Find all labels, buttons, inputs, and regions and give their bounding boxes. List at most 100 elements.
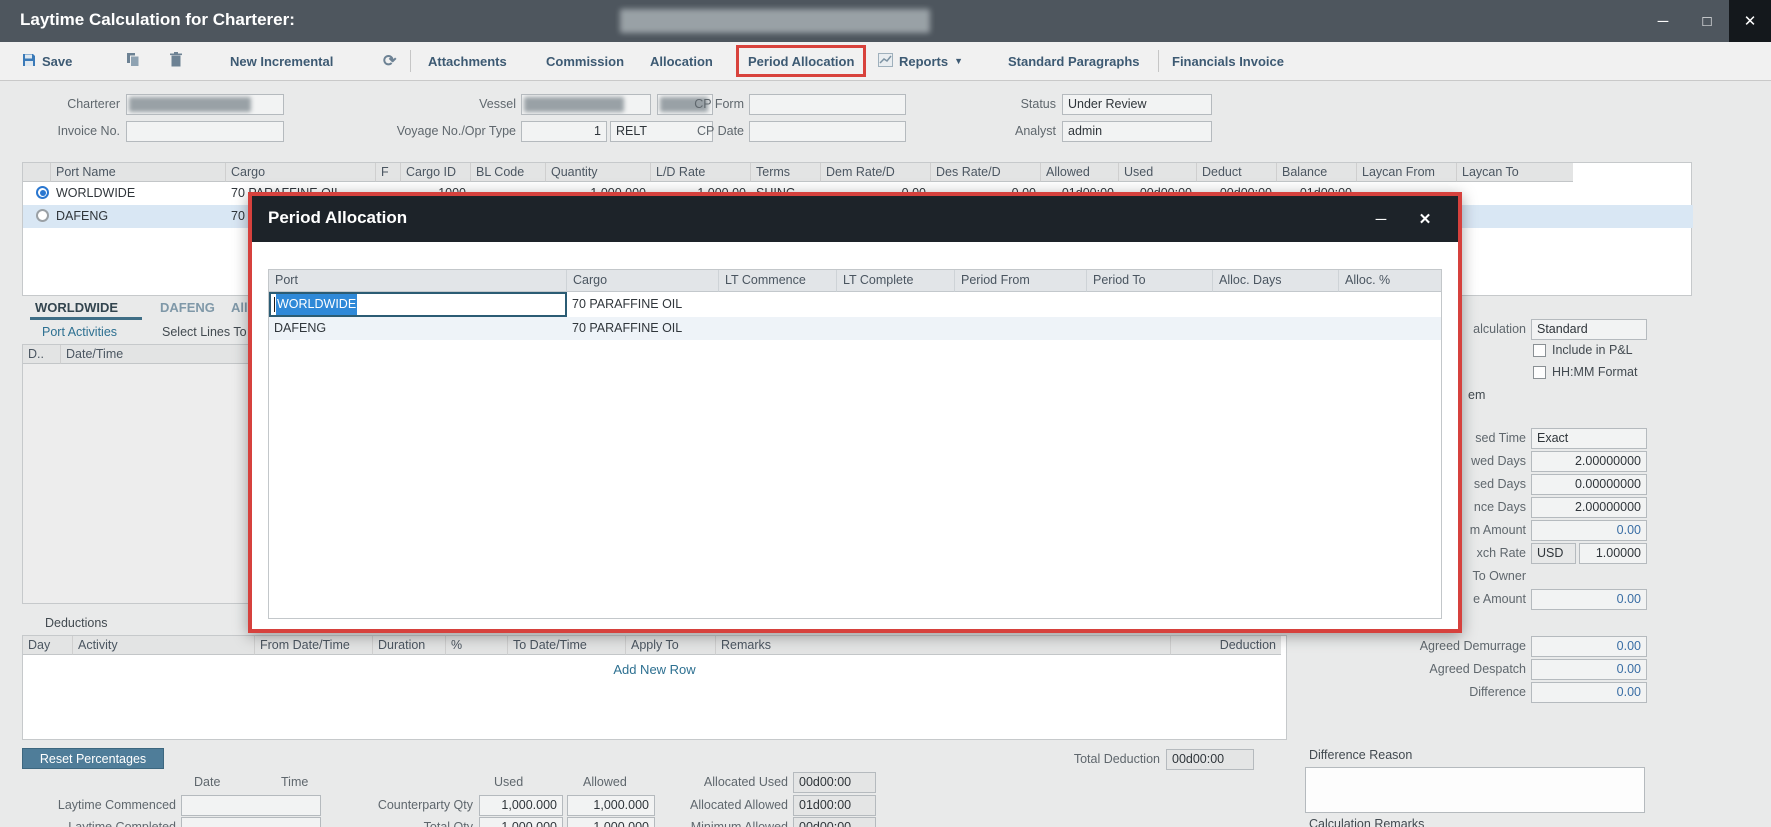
window-close-button[interactable]: ✕ — [1729, 0, 1771, 42]
column-header-period-to[interactable]: Period To — [1087, 270, 1213, 292]
reports-menu-button[interactable]: Reports ▼ — [878, 42, 963, 80]
vessel-field[interactable] — [521, 94, 651, 115]
exch-rate-field[interactable]: 1.00000 — [1579, 543, 1647, 564]
column-header-des-rate[interactable]: Des Rate/D — [931, 163, 1041, 182]
commission-button[interactable]: Commission — [546, 42, 624, 80]
invoice-no-field[interactable] — [126, 121, 284, 142]
cp-form-field[interactable] — [749, 94, 906, 115]
currency-field[interactable]: USD — [1531, 543, 1576, 564]
charterer-field[interactable] — [126, 94, 284, 115]
column-header-port-name[interactable]: Port Name — [51, 163, 226, 182]
cp-date-field[interactable] — [749, 121, 906, 142]
period-allocation-button-highlighted[interactable]: Period Allocation — [736, 45, 866, 77]
tab-dafeng[interactable]: DAFENG — [160, 300, 215, 315]
used-days-field[interactable]: 0.00000000 — [1531, 474, 1647, 495]
port-radio-selected[interactable] — [36, 186, 49, 199]
column-header-to-datetime[interactable]: To Date/Time — [508, 636, 626, 655]
allocation-row-dafeng[interactable]: DAFENG 70 PARAFFINE OIL — [269, 317, 1441, 340]
voyage-no-field[interactable]: 1 — [521, 121, 607, 142]
column-header-used[interactable]: Used — [1119, 163, 1197, 182]
column-header-port[interactable]: Port — [269, 270, 567, 292]
column-header-lt-complete[interactable]: LT Complete — [837, 270, 955, 292]
refresh-button[interactable]: ⟳ — [383, 42, 396, 80]
add-new-row-link[interactable]: Add New Row — [23, 662, 1286, 677]
calculation-field[interactable]: Standard — [1531, 319, 1647, 340]
new-incremental-button[interactable]: New Incremental — [230, 42, 333, 80]
allocation-row-worldwide[interactable]: WORLDWIDE 70 PARAFFINE OIL — [269, 292, 1441, 315]
allowed-days-field[interactable]: 2.00000000 — [1531, 451, 1647, 472]
column-header-alloc-days[interactable]: Alloc. Days — [1213, 270, 1339, 292]
column-header-laycan-from[interactable]: Laycan From — [1357, 163, 1457, 182]
financials-invoice-button[interactable]: Financials Invoice — [1172, 42, 1284, 80]
column-header-laycan-to[interactable]: Laycan To — [1457, 163, 1573, 182]
amount2-field[interactable]: 0.00 — [1531, 589, 1647, 610]
port-radio-unselected[interactable] — [36, 209, 49, 222]
column-header-from-datetime[interactable]: From Date/Time — [255, 636, 373, 655]
port-cell-editing[interactable]: WORLDWIDE — [269, 292, 567, 317]
window-minimize-button[interactable]: ─ — [1643, 0, 1683, 42]
column-header-datetime[interactable]: Date/Time — [61, 345, 261, 364]
column-header-quantity[interactable]: Quantity — [546, 163, 651, 182]
column-header-percent[interactable]: % — [446, 636, 508, 655]
laytime-commenced-field[interactable] — [181, 795, 321, 816]
window-maximize-button[interactable]: □ — [1687, 0, 1727, 42]
time-column-header: Time — [281, 775, 308, 789]
difference-reason-textarea[interactable] — [1305, 767, 1645, 813]
counterparty-allowed-field[interactable]: 1,000.000 — [567, 795, 655, 816]
column-header-period-from[interactable]: Period From — [955, 270, 1087, 292]
column-header-dem-rate[interactable]: Dem Rate/D — [821, 163, 931, 182]
column-header-bl-code[interactable]: BL Code — [471, 163, 546, 182]
allocation-button[interactable]: Allocation — [650, 42, 713, 80]
status-field[interactable]: Under Review — [1062, 94, 1212, 115]
copy-button[interactable] — [126, 42, 140, 80]
agreed-despatch-field[interactable]: 0.00 — [1531, 659, 1647, 680]
include-in-pl-checkbox[interactable] — [1533, 344, 1546, 357]
difference-field[interactable]: 0.00 — [1531, 682, 1647, 703]
column-header-f[interactable]: F — [376, 163, 401, 182]
total-used-field[interactable]: 1,000.000 — [479, 817, 563, 827]
column-header-apply-to[interactable]: Apply To — [626, 636, 716, 655]
column-header-select[interactable] — [23, 163, 51, 182]
column-header-balance[interactable]: Balance — [1277, 163, 1357, 182]
analyst-field[interactable]: admin — [1062, 121, 1212, 142]
minimum-allowed-label: Minimum Allowed — [650, 820, 788, 827]
refresh-icon: ⟳ — [383, 51, 396, 71]
amount-field[interactable]: 0.00 — [1531, 520, 1647, 541]
select-lines-label[interactable]: Select Lines To — [162, 325, 247, 339]
total-allowed-field[interactable]: 1,000.000 — [567, 817, 655, 827]
column-header-cargo-id[interactable]: Cargo ID — [401, 163, 471, 182]
column-header-activity[interactable]: Activity — [73, 636, 255, 655]
column-header-cargo[interactable]: Cargo — [226, 163, 376, 182]
column-header-lt-commence[interactable]: LT Commence — [719, 270, 837, 292]
reset-percentages-button[interactable]: Reset Percentages — [22, 748, 164, 769]
tab-all[interactable]: All — [231, 300, 248, 315]
column-header-terms[interactable]: Terms — [751, 163, 821, 182]
hhmm-format-checkbox[interactable] — [1533, 366, 1546, 379]
difference-days-field[interactable]: 2.00000000 — [1531, 497, 1647, 518]
counterparty-used-field[interactable]: 1,000.000 — [479, 795, 563, 816]
column-header-duration[interactable]: Duration — [373, 636, 446, 655]
agreed-demurrage-field[interactable]: 0.00 — [1531, 636, 1647, 657]
column-header-allowed[interactable]: Allowed — [1041, 163, 1119, 182]
total-qty-label: Total Qty — [355, 820, 473, 827]
attachments-button[interactable]: Attachments — [428, 42, 507, 80]
port-activities-link[interactable]: Port Activities — [42, 325, 117, 339]
column-header-day[interactable]: Day — [23, 636, 73, 655]
column-header-alloc-percent[interactable]: Alloc. % — [1339, 270, 1441, 292]
minimum-allowed-field: 00d00:00 — [793, 817, 876, 827]
tab-worldwide[interactable]: WORLDWIDE — [35, 300, 118, 315]
save-button[interactable]: Save — [22, 42, 72, 80]
column-header-ld-rate[interactable]: L/D Rate — [651, 163, 751, 182]
column-header-remarks[interactable]: Remarks — [716, 636, 1171, 655]
column-header-deduction[interactable]: Deduction — [1171, 636, 1281, 655]
standard-paragraphs-button[interactable]: Standard Paragraphs — [1008, 42, 1140, 80]
dialog-close-button[interactable]: ✕ — [1412, 208, 1438, 230]
delete-button[interactable] — [170, 42, 182, 80]
dialog-minimize-button[interactable]: ─ — [1368, 208, 1394, 230]
laytime-completed-field[interactable] — [181, 817, 321, 827]
used-time-field[interactable]: Exact — [1531, 428, 1647, 449]
dialog-titlebar[interactable]: Period Allocation ─ ✕ — [252, 196, 1458, 242]
column-header-d[interactable]: D.. — [23, 345, 61, 364]
column-header-cargo[interactable]: Cargo — [567, 270, 719, 292]
column-header-deduct[interactable]: Deduct — [1197, 163, 1277, 182]
